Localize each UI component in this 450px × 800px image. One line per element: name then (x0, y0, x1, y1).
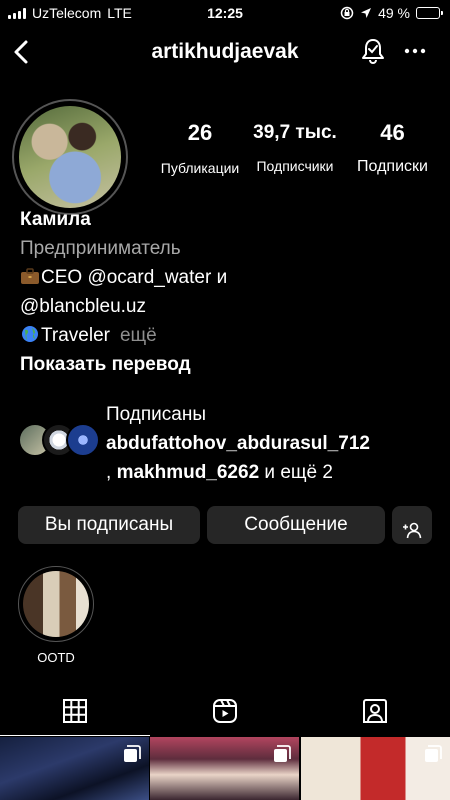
tab-reels[interactable] (150, 686, 300, 736)
bio-line-1: CEO @ocard_water и (41, 267, 228, 288)
location-icon (361, 8, 372, 18)
carousel-icon (124, 745, 141, 762)
grid-icon (63, 698, 87, 723)
following-stat[interactable]: 46 Подписки (345, 120, 440, 176)
bell-check-icon[interactable] (358, 36, 388, 66)
reels-icon (213, 699, 237, 723)
followed-by[interactable]: Подписаны abdufattohov_abdurasul_712 , m… (18, 398, 438, 490)
briefcase-icon (21, 268, 39, 284)
show-translation-link[interactable]: Показать перевод (20, 350, 440, 379)
bio-more-link[interactable]: ещё (120, 325, 157, 346)
avatar-image (19, 106, 121, 208)
status-indicators: 49 % (340, 5, 443, 21)
more-horizontal-icon[interactable] (400, 36, 430, 66)
carousel-icon (274, 745, 291, 762)
highlight-label: OOTD (37, 650, 75, 665)
mutual-user-2[interactable]: makhmud_6262 (117, 462, 260, 483)
followers-label: Подписчики (256, 158, 334, 174)
followers-stat[interactable]: 39,7 тыс. Подписчики (250, 120, 340, 174)
tagged-icon (363, 699, 387, 723)
bio-line-3: Traveler (41, 325, 110, 346)
battery-icon (416, 7, 443, 19)
followed-by-separator: , (106, 462, 112, 483)
posts-grid (0, 737, 450, 800)
posts-count: 26 (187, 120, 213, 145)
mutual-user-1[interactable]: abdufattohov_abdurasul_712 (106, 433, 370, 454)
battery-percent: 49 % (378, 5, 410, 21)
mutual-avatars (18, 423, 100, 457)
highlight-ring (18, 566, 94, 642)
profile-header: artikhudjaevak (0, 30, 450, 74)
status-bar: UzTelecom LTE 12:25 49 % (0, 0, 450, 26)
tab-tagged[interactable] (300, 686, 450, 736)
bio-line-traveler: Traveler ещё (20, 321, 440, 350)
following-label: Подписки (357, 158, 428, 175)
post-thumbnail[interactable] (150, 737, 299, 800)
post-thumbnail[interactable] (0, 737, 149, 800)
post-thumbnail[interactable] (301, 737, 450, 800)
bio-line-ceo: CEO @ocard_water и (20, 263, 440, 292)
followed-by-text: Подписаны abdufattohov_abdurasul_712 , m… (106, 400, 441, 487)
carousel-icon (425, 745, 442, 762)
followed-by-prefix: Подписаны (106, 404, 207, 425)
globe-icon (22, 326, 38, 342)
followed-by-suffix: и ещё 2 (264, 462, 333, 483)
posts-label: Публикации (160, 160, 240, 176)
profile-name: Камила (20, 209, 91, 230)
add-user-icon (403, 522, 422, 539)
lock-rotation-icon (340, 6, 354, 20)
message-button[interactable]: Сообщение (207, 506, 385, 544)
bio-line-2[interactable]: @blancbleu.uz (20, 292, 440, 321)
profile-tabs (0, 686, 450, 736)
mutual-avatar (66, 423, 100, 457)
profile-bio: Камила Предприниматель CEO @ocard_water … (20, 205, 440, 379)
highlight-cover (23, 571, 89, 637)
posts-stat[interactable]: 26 Публикации (155, 120, 245, 176)
following-button[interactable]: Вы подписаны (18, 506, 200, 544)
followers-count: 39,7 тыс. (253, 122, 337, 143)
story-highlight[interactable]: OOTD (18, 566, 94, 665)
tab-posts-grid[interactable] (0, 686, 150, 736)
profile-category: Предприниматель (20, 238, 181, 259)
profile-avatar[interactable] (12, 99, 128, 215)
suggested-users-button[interactable] (392, 506, 432, 544)
following-count: 46 (380, 120, 405, 145)
